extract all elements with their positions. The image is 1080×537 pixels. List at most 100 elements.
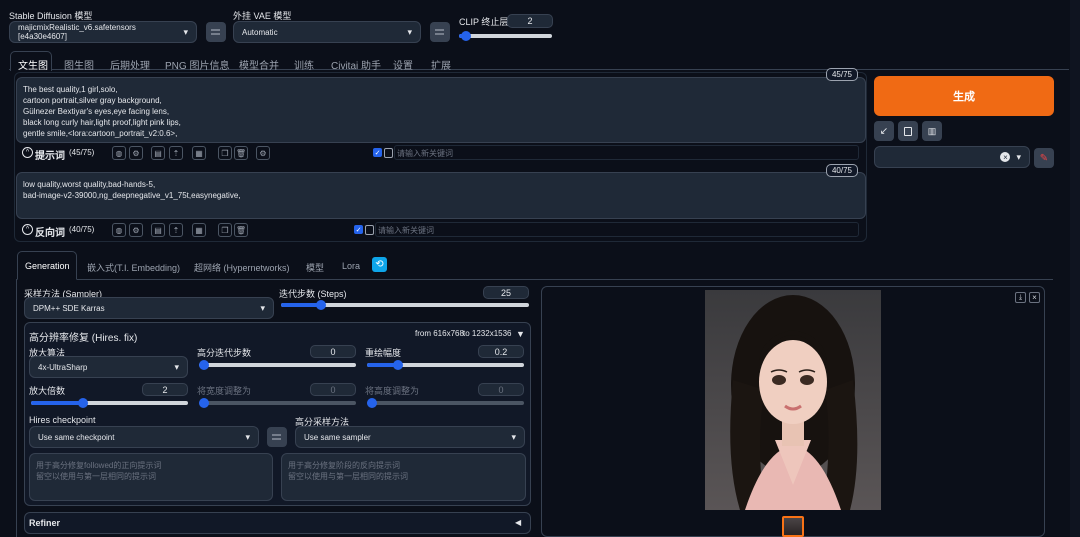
- prompt-line: Gülnezer Bextiyar's eyes,eye facing lens…: [23, 107, 170, 116]
- expand-arrow-icon[interactable]: ◀: [515, 518, 521, 527]
- globe-icon[interactable]: ◍: [112, 146, 126, 160]
- denoise-input[interactable]: 0.2: [478, 345, 524, 358]
- steps-number-input[interactable]: 25: [483, 286, 529, 299]
- resize-height-slider[interactable]: [367, 398, 524, 408]
- copy-icon[interactable]: ❐: [218, 146, 232, 160]
- tab-label-settings[interactable]: 设置: [393, 57, 413, 72]
- globe-icon[interactable]: ◍: [112, 223, 126, 237]
- prompt-textarea[interactable]: The best quality,1 girl,solo, cartoon po…: [16, 77, 866, 143]
- paste-icon[interactable]: ▤: [151, 146, 165, 160]
- keyword-checkbox[interactable]: ✓: [354, 225, 363, 234]
- hires-prompt-placeholder-2: 留空以使用与第一层相同的提示词: [36, 472, 156, 481]
- subtab-label-generation[interactable]: Generation: [25, 261, 70, 271]
- sd-model-value: majicmixRealistic_v6.safetensors [e4a30e…: [18, 23, 136, 41]
- collapse-icon[interactable]: ^: [22, 147, 33, 158]
- sampler-select[interactable]: DPM++ SDE Karras ▾: [24, 297, 274, 319]
- paste-icon[interactable]: ▤: [151, 223, 165, 237]
- generated-image[interactable]: [705, 290, 881, 510]
- page-scrollbar[interactable]: [1070, 0, 1080, 537]
- tab-label-txt2img[interactable]: 文生图: [18, 57, 48, 72]
- gear-icon[interactable]: ⚙: [129, 146, 143, 160]
- scale-slider[interactable]: [31, 398, 188, 408]
- hires-prompt-placeholder-1: 用于高分修复followed的正向提示词: [36, 461, 162, 470]
- settings-icon[interactable]: ⚙: [256, 146, 270, 160]
- clear-icon[interactable]: ×: [1000, 152, 1011, 162]
- import-icon[interactable]: ⇡: [169, 146, 183, 160]
- tab-label-extensions[interactable]: 扩展: [431, 57, 451, 72]
- gallery-thumbnail[interactable]: [782, 516, 804, 537]
- prompt-line: black long curly hair,light proof,light …: [23, 118, 181, 127]
- hires-sampler-select[interactable]: Use same sampler ▾: [295, 426, 525, 448]
- prompt-line: cartoon portrait,silver gray background,: [23, 96, 162, 105]
- chevron-down-icon: ▾: [407, 26, 412, 37]
- chevron-down-icon: ▾: [183, 26, 188, 37]
- steps-slider[interactable]: [281, 300, 529, 310]
- prompt-token-counter: 45/75: [826, 68, 858, 81]
- tab-label-extras[interactable]: 后期处理: [110, 57, 150, 72]
- styles-select[interactable]: × ▾: [874, 146, 1030, 168]
- subtab-label-models[interactable]: 模型: [306, 261, 324, 274]
- history-icon[interactable]: ▦: [192, 146, 206, 160]
- import-icon[interactable]: ⇡: [169, 223, 183, 237]
- keyword-toggle-box[interactable]: [365, 225, 374, 235]
- upscaler-select[interactable]: 4x-UltraSharp ▾: [29, 356, 188, 378]
- keyword-checkbox[interactable]: ✓: [373, 148, 382, 157]
- hires-from-label: from 616x768: [415, 329, 464, 338]
- vae-value: Automatic: [242, 27, 278, 37]
- resize-height-input[interactable]: 0: [478, 383, 524, 396]
- resize-width-input[interactable]: 0: [310, 383, 356, 396]
- keyword-toggle-box[interactable]: [384, 148, 393, 158]
- tab-label-merge[interactable]: 模型合并: [239, 57, 279, 72]
- hires-checkpoint-select[interactable]: Use same checkpoint ▾: [29, 426, 259, 448]
- close-icon[interactable]: ×: [1029, 292, 1040, 303]
- hires-steps-label: 高分迭代步数: [197, 348, 252, 358]
- download-icon[interactable]: ⤓: [1015, 292, 1026, 303]
- prompt-line: gentle smile,<lora:cartoon_portrait_v2:0…: [23, 129, 178, 138]
- tab-label-img2img[interactable]: 图生图: [64, 57, 94, 72]
- refiner-panel[interactable]: [24, 512, 531, 534]
- tab-label-png-info[interactable]: PNG 图片信息: [165, 57, 229, 72]
- hires-negative-textarea[interactable]: 用于高分修复阶段的反向提示词 留空以使用与第一层相同的提示词: [281, 453, 526, 501]
- resize-width-label: 将宽度调整为: [197, 386, 252, 396]
- scale-input[interactable]: 2: [142, 383, 188, 396]
- hires-steps-input[interactable]: 0: [310, 345, 356, 358]
- clear-button[interactable]: ▥: [922, 121, 942, 141]
- collapse-icon[interactable]: ^: [22, 224, 33, 235]
- subtab-label-lora[interactable]: Lora: [342, 261, 360, 271]
- clip-slider[interactable]: [459, 31, 552, 41]
- history-icon[interactable]: ▦: [192, 223, 206, 237]
- refresh-checkpoint-button[interactable]: [267, 427, 287, 447]
- read-params-button[interactable]: ↙: [874, 121, 894, 141]
- tab-label-train[interactable]: 训练: [294, 57, 314, 72]
- resize-width-slider[interactable]: [199, 398, 356, 408]
- refresh-networks-button[interactable]: ⟲: [372, 257, 387, 272]
- hires-steps-slider[interactable]: [199, 360, 356, 370]
- vae-select[interactable]: Automatic ▾: [233, 21, 421, 43]
- denoise-label: 重绘幅度: [365, 348, 402, 358]
- refiner-label[interactable]: Refiner: [29, 518, 60, 528]
- refresh-model-button[interactable]: [206, 22, 226, 42]
- subtab-label-embedding[interactable]: 嵌入式(T.I. Embedding): [87, 261, 180, 274]
- collapse-arrow-icon[interactable]: ▼: [516, 329, 525, 339]
- stop-button[interactable]: [898, 121, 918, 141]
- tab-label-civitai[interactable]: Civitai 助手: [331, 57, 381, 72]
- hires-prompt-textarea[interactable]: 用于高分修复followed的正向提示词 留空以使用与第一层相同的提示词: [29, 453, 273, 501]
- hires-sampler-value: Use same sampler: [304, 432, 371, 442]
- trash-icon[interactable]: 🗑: [234, 146, 248, 160]
- subtab-label-hypernetworks[interactable]: 超网络 (Hypernetworks): [194, 261, 290, 274]
- negative-prompt-line: bad-image-v2-39000,ng_deepnegative_v1_75…: [23, 191, 241, 200]
- negative-prompt-textarea[interactable]: low quality,worst quality,bad-hands-5, b…: [16, 172, 866, 219]
- gear-icon[interactable]: ⚙: [129, 223, 143, 237]
- denoise-slider[interactable]: [367, 360, 524, 370]
- edit-style-button[interactable]: ✎: [1034, 148, 1054, 168]
- trash-icon[interactable]: 🗑: [234, 223, 248, 237]
- refresh-vae-button[interactable]: [430, 22, 450, 42]
- prompt-toolbar-label: 提示词: [35, 151, 65, 162]
- copy-icon[interactable]: ❐: [218, 223, 232, 237]
- sampler-value: DPM++ SDE Karras: [33, 303, 105, 313]
- chevron-down-icon: ▾: [174, 361, 179, 372]
- sd-model-select[interactable]: majicmixRealistic_v6.safetensors [e4a30e…: [9, 21, 197, 43]
- generate-button[interactable]: 生成: [874, 76, 1054, 116]
- hires-fix-title[interactable]: 高分辨率修复 (Hires. fix): [29, 329, 137, 344]
- clip-number-input[interactable]: 2: [507, 14, 553, 28]
